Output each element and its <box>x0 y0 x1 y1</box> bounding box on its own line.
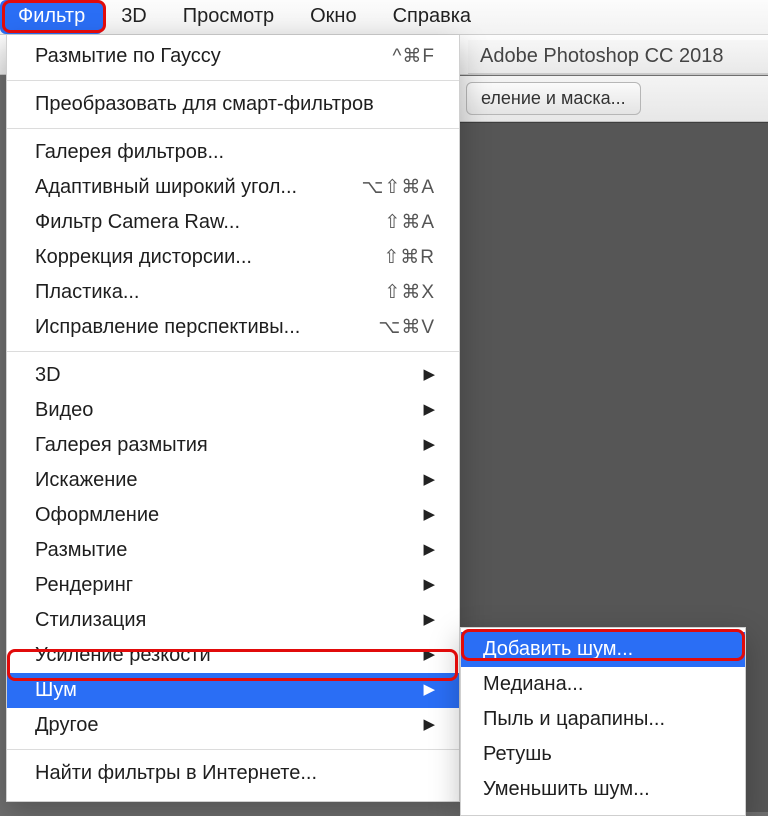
sub-despeckle[interactable]: Ретушь <box>461 737 745 772</box>
dd-label: Исправление перспективы... <box>35 314 300 341</box>
dd-shortcut: ⌥⇧⌘A <box>362 175 436 201</box>
dd-convert-smart[interactable]: Преобразовать для смарт-фильтров <box>7 87 459 122</box>
dd-pixelate[interactable]: Оформление ▶ <box>7 498 459 533</box>
submenu-arrow-icon: ▶ <box>423 680 435 700</box>
dd-blur-gallery[interactable]: Галерея размытия ▶ <box>7 428 459 463</box>
menubar: Фильтр 3D Просмотр Окно Справка <box>0 0 768 35</box>
noise-submenu: Добавить шум... Медиана... Пыль и царапи… <box>460 627 746 816</box>
submenu-arrow-icon: ▶ <box>423 470 435 490</box>
dd-label: Коррекция дисторсии... <box>35 244 252 271</box>
sub-median[interactable]: Медиана... <box>461 667 745 702</box>
submenu-arrow-icon: ▶ <box>423 365 435 385</box>
dd-gaussian-blur[interactable]: Размытие по Гауссу ^⌘F <box>7 39 459 74</box>
submenu-arrow-icon: ▶ <box>423 610 435 630</box>
app-title: Adobe Photoshop CC 2018 <box>468 40 768 74</box>
dd-label: Размытие по Гауссу <box>35 43 221 70</box>
dd-sharpen[interactable]: Усиление резкости ▶ <box>7 638 459 673</box>
submenu-arrow-icon: ▶ <box>423 715 435 735</box>
dd-label: 3D <box>35 362 61 389</box>
dd-noise[interactable]: Шум ▶ <box>7 673 459 708</box>
separator <box>7 749 459 750</box>
dd-label: Размытие <box>35 537 127 564</box>
menu-view[interactable]: Просмотр <box>165 0 292 34</box>
dd-3d[interactable]: 3D ▶ <box>7 358 459 393</box>
menu-filter[interactable]: Фильтр <box>0 0 103 34</box>
filter-dropdown: Размытие по Гауссу ^⌘F Преобразовать для… <box>6 35 460 802</box>
dd-label: Рендеринг <box>35 572 133 599</box>
options-bar: еление и маска... <box>460 76 768 122</box>
dd-label: Искажение <box>35 467 138 494</box>
dd-filter-gallery[interactable]: Галерея фильтров... <box>7 135 459 170</box>
dd-label: Другое <box>35 712 99 739</box>
dd-shortcut: ^⌘F <box>392 44 435 70</box>
dd-video[interactable]: Видео ▶ <box>7 393 459 428</box>
submenu-arrow-icon: ▶ <box>423 575 435 595</box>
submenu-arrow-icon: ▶ <box>423 505 435 525</box>
dd-label: Усиление резкости <box>35 642 211 669</box>
menu-3d[interactable]: 3D <box>103 0 165 34</box>
dd-label: Шум <box>35 677 77 704</box>
dd-label: Галерея фильтров... <box>35 139 224 166</box>
dd-shortcut: ⇧⌘X <box>384 280 435 306</box>
submenu-arrow-icon: ▶ <box>423 540 435 560</box>
separator <box>7 351 459 352</box>
dd-label: Стилизация <box>35 607 146 634</box>
dd-blur[interactable]: Размытие ▶ <box>7 533 459 568</box>
dd-vanishing-point[interactable]: Исправление перспективы... ⌥⌘V <box>7 310 459 345</box>
dd-label: Найти фильтры в Интернете... <box>35 760 317 787</box>
dd-label: Фильтр Camera Raw... <box>35 209 240 236</box>
dd-shortcut: ⇧⌘A <box>384 210 435 236</box>
dd-camera-raw[interactable]: Фильтр Camera Raw... ⇧⌘A <box>7 205 459 240</box>
menu-help[interactable]: Справка <box>375 0 489 34</box>
dd-label: Преобразовать для смарт-фильтров <box>35 91 374 118</box>
dd-lens-correction[interactable]: Коррекция дисторсии... ⇧⌘R <box>7 240 459 275</box>
sub-reduce-noise[interactable]: Уменьшить шум... <box>461 772 745 807</box>
dd-distort[interactable]: Искажение ▶ <box>7 463 459 498</box>
dd-stylize[interactable]: Стилизация ▶ <box>7 603 459 638</box>
dd-label: Видео <box>35 397 93 424</box>
menu-window[interactable]: Окно <box>292 0 374 34</box>
select-and-mask-button[interactable]: еление и маска... <box>466 82 641 115</box>
separator <box>7 128 459 129</box>
submenu-arrow-icon: ▶ <box>423 400 435 420</box>
submenu-arrow-icon: ▶ <box>423 645 435 665</box>
dd-adaptive-wide-angle[interactable]: Адаптивный широкий угол... ⌥⇧⌘A <box>7 170 459 205</box>
dd-label: Адаптивный широкий угол... <box>35 174 297 201</box>
dd-render[interactable]: Рендеринг ▶ <box>7 568 459 603</box>
separator <box>7 80 459 81</box>
sub-dust-scratches[interactable]: Пыль и царапины... <box>461 702 745 737</box>
dd-label: Оформление <box>35 502 159 529</box>
sub-add-noise[interactable]: Добавить шум... <box>461 632 745 667</box>
dd-shortcut: ⇧⌘R <box>383 245 435 271</box>
dd-liquify[interactable]: Пластика... ⇧⌘X <box>7 275 459 310</box>
dd-label: Пластика... <box>35 279 139 306</box>
dd-label: Галерея размытия <box>35 432 208 459</box>
dd-shortcut: ⌥⌘V <box>378 315 435 341</box>
dd-other[interactable]: Другое ▶ <box>7 708 459 743</box>
submenu-arrow-icon: ▶ <box>423 435 435 455</box>
dd-find-filters-online[interactable]: Найти фильтры в Интернете... <box>7 756 459 791</box>
